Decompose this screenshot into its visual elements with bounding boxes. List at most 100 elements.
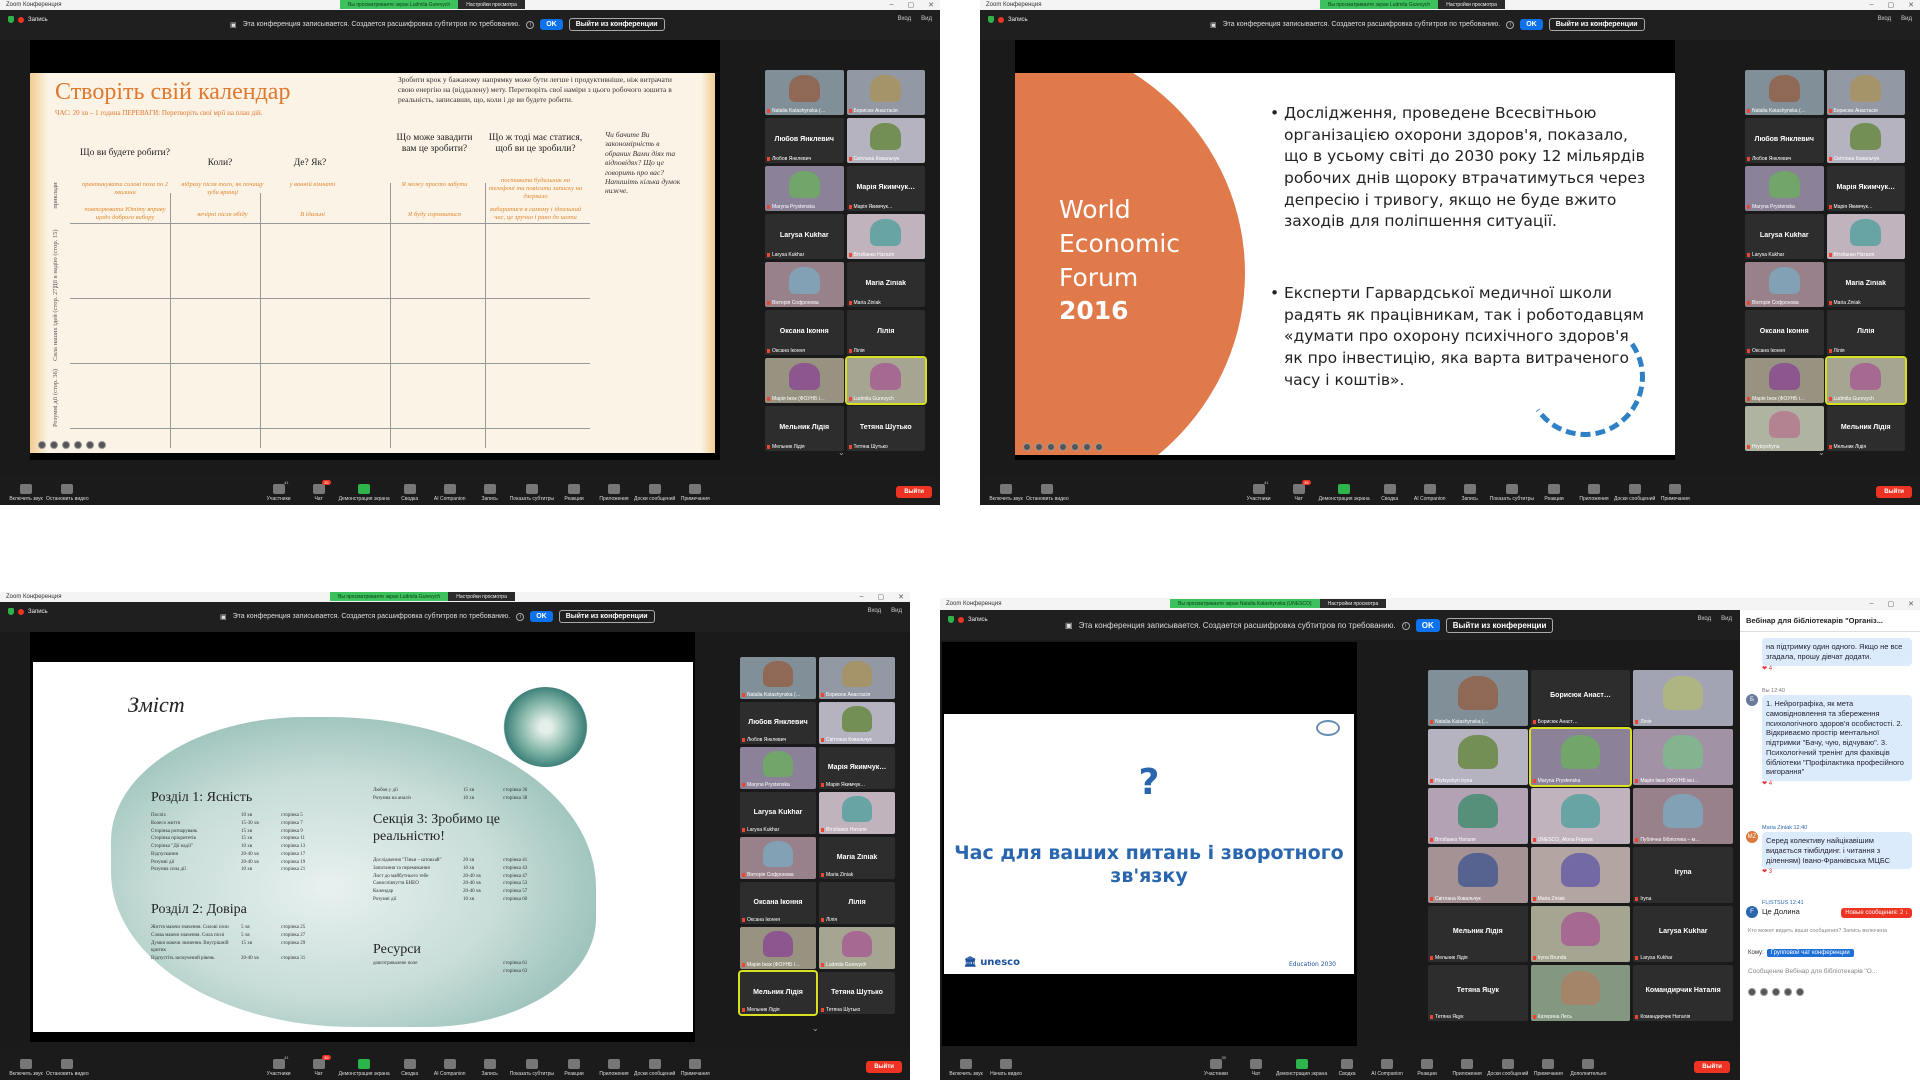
view-controls[interactable]: Вход Вид <box>1698 616 1732 622</box>
more-icon[interactable] <box>86 441 94 449</box>
participant-tile[interactable]: Марія Якимчук… Марія Якимчук… <box>819 747 895 789</box>
participant-tile[interactable]: Maria Ziniak Maria Ziniak <box>819 837 895 879</box>
maximize-icon[interactable]: ▢ <box>878 593 885 601</box>
next-slide-icon[interactable] <box>98 441 106 449</box>
exit-button[interactable]: Выйти <box>866 1061 902 1073</box>
participant-tile[interactable]: Ludmila Gurevych <box>1824 356 1907 405</box>
participant-tile[interactable]: Вітзбанко Наталя <box>819 792 895 834</box>
recipient-dropdown[interactable]: Групповой чат конференции <box>1766 949 1854 957</box>
toolbar-button[interactable]: 35 Чат <box>1279 480 1319 502</box>
ok-button[interactable]: OK <box>530 611 553 622</box>
toolbar-button[interactable]: Доски сообщений <box>634 484 675 502</box>
toolbar-button[interactable]: Демонстрация экрана <box>1276 1059 1327 1077</box>
participant-tile[interactable]: Iryna Iryna <box>1633 847 1733 903</box>
toolbar-button[interactable]: Демонстрация экрана <box>339 1059 390 1077</box>
participant-tile[interactable]: Natalia Katashynska (… <box>1745 70 1824 115</box>
participant-tile[interactable]: Марія Іжок (ФОУНБ і… <box>765 358 844 403</box>
toolbar-button[interactable]: Примечания <box>675 1059 715 1077</box>
toolbar-button[interactable]: 30 Участники <box>1196 1055 1236 1077</box>
close-icon[interactable]: ✕ <box>1908 600 1914 608</box>
toolbar-button[interactable]: AI Companion <box>1367 1059 1407 1077</box>
participant-tile[interactable]: Вітзбанко Наталя <box>846 214 925 259</box>
toolbar-button[interactable]: Запись <box>470 1059 510 1077</box>
participant-tile[interactable]: Maryna Prystenska <box>740 747 816 789</box>
participant-tile[interactable]: Лілія Лілія <box>846 310 925 355</box>
exit-button[interactable]: Выйти <box>1876 486 1912 498</box>
toolbar-button[interactable]: Реакции <box>1534 484 1574 502</box>
toolbar-button[interactable]: Доски сообщений <box>1614 484 1655 502</box>
toolbar-button[interactable]: 35 Чат <box>299 1055 339 1077</box>
view-controls[interactable]: Вход Вид <box>1878 16 1912 22</box>
participant-tile[interactable]: Тетяна Шутько Тетяна Шутько <box>819 972 895 1014</box>
leave-meeting-button[interactable]: Выйти из конференции <box>558 610 655 623</box>
toolbar-button[interactable]: Приложения <box>1574 484 1614 502</box>
participant-tile[interactable]: Борисюк Анастасія <box>1826 70 1905 115</box>
participant-tile[interactable]: Мельник Лідія Мельник Лідія <box>1826 406 1905 451</box>
share-pill[interactable]: Вы просматриваете экран Natalia Katashyn… <box>1170 599 1387 608</box>
participant-tile[interactable]: Natalia Katashynska (… <box>740 657 816 699</box>
participant-tile[interactable]: Борисюк Анастасія <box>846 70 925 115</box>
toolbar-button[interactable]: Примечания <box>1528 1059 1568 1077</box>
info-icon[interactable]: i <box>526 20 535 29</box>
leave-meeting-button[interactable]: Выйти из конференции <box>1548 18 1645 31</box>
participant-tile[interactable]: Larysa Kukhar Larysa Kukhar <box>765 214 844 259</box>
window-controls[interactable]: – ▢ ✕ <box>860 593 904 601</box>
pen-icon[interactable] <box>1035 443 1043 451</box>
participant-tile[interactable]: Марія Якимчук… Марія Якимчук… <box>846 166 925 211</box>
participant-tile[interactable]: Вікторія Софронова <box>1745 262 1824 307</box>
toolbar-button[interactable]: Включить звук <box>986 484 1026 502</box>
participant-tile[interactable]: Оксана Іконня Оксана Іконня <box>765 310 844 355</box>
close-icon[interactable]: ✕ <box>898 593 904 601</box>
participant-tile[interactable]: Тетяна Шутько Тетяна Шутько <box>846 406 925 451</box>
attach-icon[interactable] <box>1760 988 1768 996</box>
participant-tile[interactable]: Hrytsyshyna <box>1745 406 1824 451</box>
zoom-icon[interactable] <box>50 441 58 449</box>
participant-tile[interactable]: Марія Іжок (ФОУНБ і… <box>740 927 816 969</box>
participant-tile[interactable]: Світлана Ковальчук <box>846 118 925 163</box>
toolbar-button[interactable]: 41 Участники <box>259 1055 299 1077</box>
reaction[interactable]: ❤ 4 <box>1762 781 1912 789</box>
new-messages-button[interactable]: Новые сообщения: 2 ↓ <box>1841 908 1912 918</box>
participant-tile[interactable]: Natalia Katashynska (… <box>1428 670 1528 726</box>
view-button[interactable]: Вид <box>891 608 902 614</box>
toolbar-button[interactable]: Остановить видео <box>46 484 89 502</box>
toolbar-button[interactable]: Показать субтитры <box>1490 484 1534 502</box>
toolbar-button[interactable]: Показать субтитры <box>510 484 554 502</box>
participant-tile[interactable]: Maryna Prystenska <box>765 166 844 211</box>
toolbar-button[interactable]: Демонстрация экрана <box>1319 484 1370 502</box>
video-icon[interactable] <box>1071 443 1079 451</box>
participant-tile[interactable]: Оксана Іконня Оксана Іконня <box>1745 310 1824 355</box>
info-icon[interactable]: i <box>1506 20 1515 29</box>
toolbar-button[interactable]: AI Companion <box>1410 484 1450 502</box>
reaction[interactable]: ❤ 3 <box>1762 869 1912 877</box>
slide-controls[interactable] <box>1023 443 1103 451</box>
toolbar-button[interactable]: Сводка <box>390 1059 430 1077</box>
participant-tile[interactable]: Мельник Лідія Мельник Лідія <box>765 406 844 451</box>
exit-button[interactable]: Выйти <box>1694 1061 1730 1073</box>
toolbar-button[interactable]: Доски сообщений <box>634 1059 675 1077</box>
participant-tile[interactable]: Катерина Лесь <box>1530 965 1631 1021</box>
reaction[interactable]: ❤ 4 <box>1762 666 1912 674</box>
participant-tile[interactable]: Любов Янклевич Любов Янклевич <box>740 702 816 744</box>
toolbar-button[interactable]: Включить звук <box>6 1059 46 1077</box>
toolbar-button[interactable]: Реакции <box>1407 1059 1447 1077</box>
ok-button[interactable]: OK <box>540 19 563 30</box>
participant-tile[interactable]: Вітзбанко Наталя <box>1428 788 1528 844</box>
enter-button[interactable]: Вход <box>1878 16 1892 22</box>
share-pill[interactable]: Вы просматриваете экран Ludmila Gurevych… <box>1320 0 1505 9</box>
minimize-icon[interactable]: – <box>890 1 894 9</box>
participant-tile[interactable]: Марія Якимчук… Марія Якимчук… <box>1826 166 1905 211</box>
next-slide-icon[interactable] <box>1095 443 1103 451</box>
view-options-button[interactable]: Настройки просмотра <box>1319 599 1387 608</box>
toolbar-button[interactable]: Остановить видео <box>1026 484 1069 502</box>
participant-tile[interactable]: Борисюк Анастасія <box>819 657 895 699</box>
toolbar-button[interactable]: 35 Чат <box>299 480 339 502</box>
window-controls[interactable]: – ▢ ✕ <box>1870 600 1914 608</box>
share-pill[interactable]: Вы просматриваете экран Ludmila Gurevych… <box>330 592 515 601</box>
toolbar-button[interactable]: AI Companion <box>430 1059 470 1077</box>
participant-tile[interactable]: Larysa Kukhar Larysa Kukhar <box>740 792 816 834</box>
chat-tools[interactable] <box>1748 988 1804 996</box>
subtitles-icon[interactable] <box>1059 443 1067 451</box>
view-controls[interactable]: Вход Вид <box>868 608 902 614</box>
participant-tile[interactable]: Вікторія Софронова <box>740 837 816 879</box>
